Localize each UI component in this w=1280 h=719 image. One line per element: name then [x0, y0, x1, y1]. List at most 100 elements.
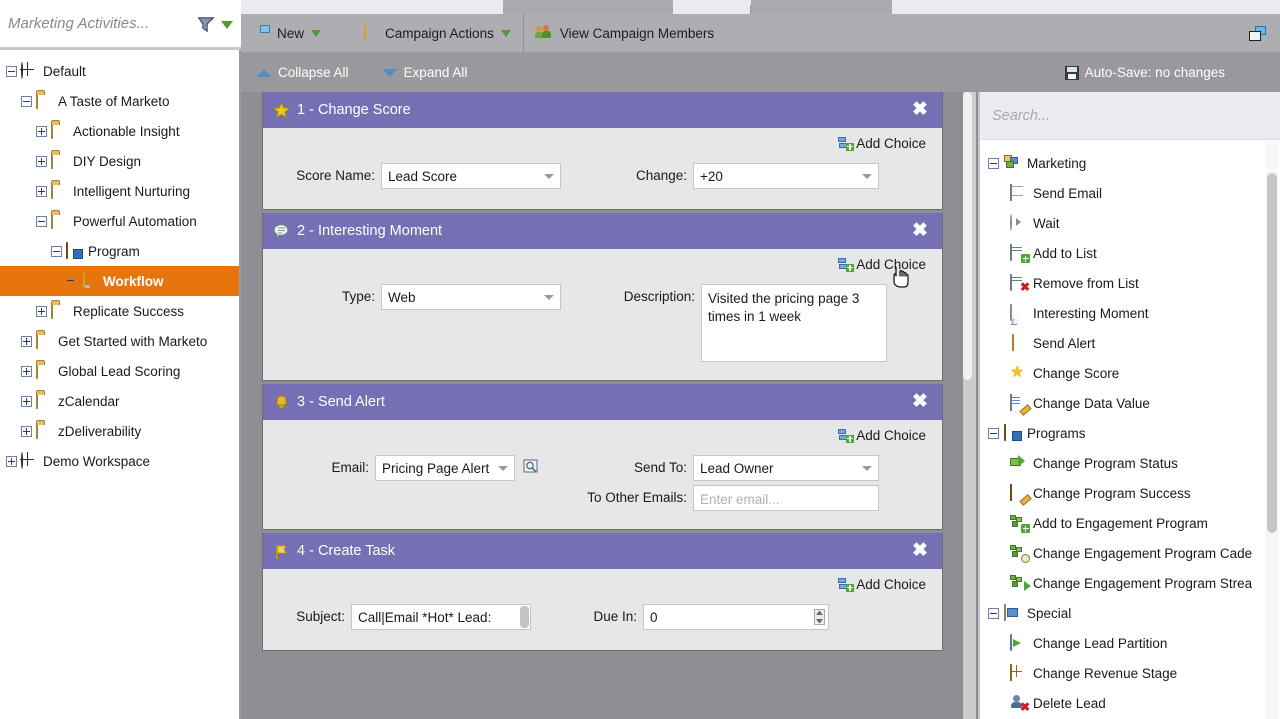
palette-item-change-data-value[interactable]: Change Data Value: [980, 388, 1280, 418]
field-textarea[interactable]: Visited the pricing page 3 times in 1 we…: [701, 284, 887, 362]
palette-item-change-engagement-program-cade[interactable]: Change Engagement Program Cade: [980, 538, 1280, 568]
tree-expander-plus[interactable]: [36, 305, 47, 317]
palette-item-label: Remove from List: [1033, 275, 1139, 291]
spinner-stepper-icon[interactable]: [814, 609, 825, 625]
expand-all-button[interactable]: Expand All: [365, 65, 484, 80]
tree-expander-plus[interactable]: [6, 455, 17, 467]
palette-item-change-score[interactable]: ★ Change Score: [980, 358, 1280, 388]
move-up-button[interactable]: [884, 541, 904, 561]
sidebar-item-intelligent-nurturing[interactable]: Intelligent Nurturing: [0, 176, 239, 206]
campaign-actions-button[interactable]: Campaign Actions: [333, 14, 523, 53]
canvas-scrollbar-thumb[interactable]: [963, 92, 972, 380]
sidebar-item-zdeliverability[interactable]: zDeliverability: [0, 416, 239, 446]
palette-item-change-program-success[interactable]: Change Program Success: [980, 478, 1280, 508]
flow-step-header[interactable]: 1 - Change Score ✖: [263, 92, 942, 128]
tree-expander-plus[interactable]: [36, 155, 47, 167]
input-scrollbar-thumb[interactable]: [520, 606, 529, 628]
palette-search-box[interactable]: Search...: [980, 92, 1280, 140]
collapse-all-button[interactable]: Collapse All: [241, 65, 365, 80]
sidebar-item-diy-design[interactable]: DIY Design: [0, 146, 239, 176]
field-spinner[interactable]: 0: [643, 604, 829, 630]
sidebar-item-demo-workspace[interactable]: Demo Workspace: [0, 446, 239, 476]
campaign-actions-caret-icon[interactable]: [500, 29, 511, 37]
tree-expander-minus[interactable]: [6, 65, 17, 77]
field-select[interactable]: Pricing Page Alert: [375, 455, 515, 481]
palette-item-send-email[interactable]: Send Email: [980, 178, 1280, 208]
palette-item-interesting-moment[interactable]: Interesting Moment: [980, 298, 1280, 328]
delete-step-button[interactable]: ✖: [910, 392, 930, 412]
palette-item-wait[interactable]: Wait: [980, 208, 1280, 238]
add-choice-button[interactable]: Add Choice: [279, 428, 926, 443]
palette-item-change-revenue-stage[interactable]: Change Revenue Stage: [980, 658, 1280, 688]
palette-group-expander[interactable]: [988, 157, 999, 169]
palette-group-label: Special: [1027, 605, 1072, 621]
tree-expander-minus[interactable]: [51, 245, 62, 257]
sidebar-item-program[interactable]: Program: [0, 236, 239, 266]
sidebar-item-get-started-with-marketo[interactable]: Get Started with Marketo: [0, 326, 239, 356]
browse-icon[interactable]: [523, 459, 541, 475]
move-up-button[interactable]: [884, 221, 904, 241]
search-input[interactable]: Search...: [992, 108, 1050, 124]
delete-step-button[interactable]: ✖: [910, 541, 930, 561]
add-choice-button[interactable]: Add Choice: [279, 257, 926, 272]
sidebar-item-a-taste-of-marketo[interactable]: A Taste of Marketo: [0, 86, 239, 116]
filter-dropdown-caret-icon[interactable]: [221, 20, 233, 29]
tree-expander-plus[interactable]: [21, 395, 32, 407]
palette-group-marketing[interactable]: Marketing: [980, 148, 1280, 178]
view-campaign-members-button[interactable]: View Campaign Members: [524, 14, 726, 53]
tree-expander-plus[interactable]: [36, 185, 47, 197]
flow-step-body: Add Choice Score Name: Lead Score Change: +2…: [263, 128, 942, 209]
field-select[interactable]: Web: [381, 284, 561, 310]
funnel-icon[interactable]: [195, 14, 217, 34]
palette-scrollbar-thumb[interactable]: [1267, 173, 1277, 533]
palette-item-delete-lead[interactable]: ✖ Delete Lead: [980, 688, 1280, 718]
tree-expander-plus[interactable]: [21, 425, 32, 437]
palette-item-change-engagement-program-strea[interactable]: Change Engagement Program Strea: [980, 568, 1280, 598]
palette-item-remove-from-list[interactable]: ✖ Remove from List: [980, 268, 1280, 298]
tree-expander-plus[interactable]: [21, 335, 32, 347]
palette-item-change-program-status[interactable]: Change Program Status: [980, 448, 1280, 478]
palette-item-send-alert[interactable]: Send Alert: [980, 328, 1280, 358]
sidebar-item-zcalendar[interactable]: zCalendar: [0, 386, 239, 416]
palette-item-add-to-list[interactable]: Add to List: [980, 238, 1280, 268]
palette-group-programs[interactable]: Programs: [980, 418, 1280, 448]
tree-expander-minus[interactable]: [36, 215, 47, 227]
palette-group-special[interactable]: Special: [980, 598, 1280, 628]
field-input[interactable]: Call|Email *Hot* Lead:: [351, 604, 531, 630]
flow-step-header[interactable]: 3 - Send Alert ✖: [263, 384, 942, 420]
program-edit-icon: [1010, 484, 1028, 501]
sidebar-item-default[interactable]: Default: [0, 56, 239, 86]
move-up-button[interactable]: [884, 392, 904, 412]
sidebar-item-global-lead-scoring[interactable]: Global Lead Scoring: [0, 356, 239, 386]
sidebar-item-workflow[interactable]: Workflow: [0, 266, 239, 296]
new-caret-icon[interactable]: [311, 29, 322, 37]
flow-step-header[interactable]: 4 - Create Task ✖: [263, 533, 942, 569]
field-select[interactable]: Lead Score: [381, 163, 561, 189]
partition-icon: [1010, 634, 1028, 651]
sidebar-item-replicate-success[interactable]: Replicate Success: [0, 296, 239, 326]
tree-expander-plus[interactable]: [21, 365, 32, 377]
palette-item-add-to-engagement-program[interactable]: Add to Engagement Program: [980, 508, 1280, 538]
sidebar-item-actionable-insight[interactable]: Actionable Insight: [0, 116, 239, 146]
tree-expander-plus[interactable]: [36, 125, 47, 137]
palette-group-expander[interactable]: [988, 607, 999, 619]
move-up-button[interactable]: [884, 100, 904, 120]
field-select[interactable]: Lead Owner: [693, 455, 879, 481]
sidebar-item-powerful-automation[interactable]: Powerful Automation: [0, 206, 239, 236]
restore-window-icon[interactable]: [1249, 25, 1266, 41]
tree-expander-minus[interactable]: [21, 95, 32, 107]
add-choice-button[interactable]: Add Choice: [279, 577, 926, 592]
add-choice-button[interactable]: Add Choice: [279, 136, 926, 151]
palette-group-expander[interactable]: [988, 427, 999, 439]
program-icon-shape: [66, 242, 68, 259]
palette-item-change-lead-partition[interactable]: Change Lead Partition: [980, 628, 1280, 658]
canvas-scrollbar[interactable]: [963, 92, 976, 719]
palette-scrollbar[interactable]: [1266, 141, 1278, 719]
flow-step-right-fields: Send To: Lead Owner To Other Emails: Enter …: [565, 455, 879, 515]
field-select[interactable]: +20: [693, 163, 879, 189]
field-input[interactable]: Enter email...: [693, 485, 879, 511]
delete-step-button[interactable]: ✖: [910, 221, 930, 241]
delete-step-button[interactable]: ✖: [910, 100, 930, 120]
new-button[interactable]: New: [241, 14, 333, 53]
flow-step-header[interactable]: 2 - Interesting Moment ✖: [263, 213, 942, 249]
